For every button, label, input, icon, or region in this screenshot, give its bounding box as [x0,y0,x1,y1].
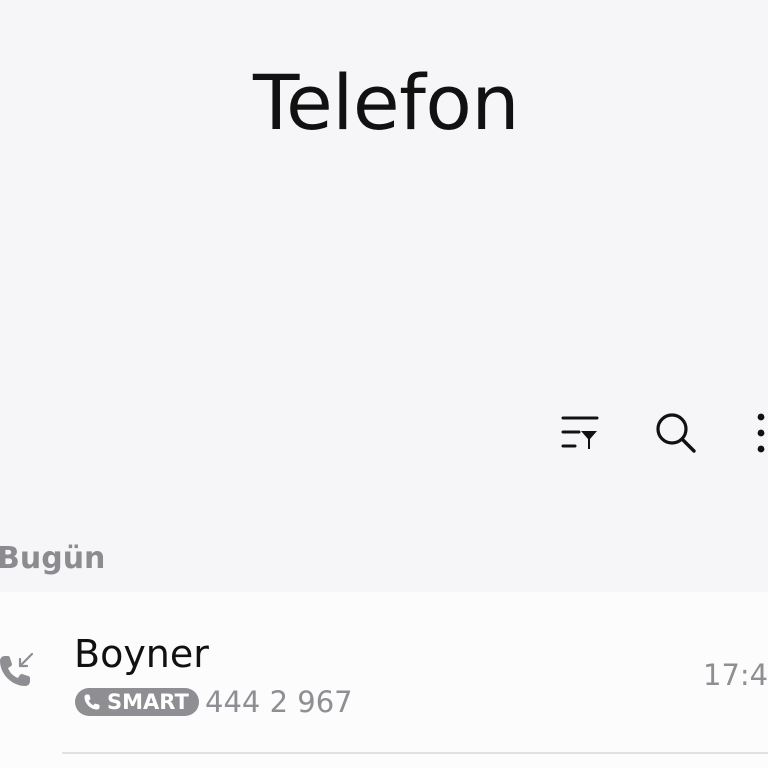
badge-label: SMART [107,690,189,714]
filter-button[interactable] [557,410,603,456]
call-time: 17:42 [703,658,768,692]
incoming-call-icon [0,652,34,686]
call-log-item[interactable] [0,592,768,768]
filter-icon [561,416,599,449]
page-title: Telefon [252,58,520,147]
section-header-today: Bugün [0,541,106,576]
more-options-button[interactable] [738,410,768,456]
smart-call-badge: SMART [75,688,199,716]
row-divider [62,752,768,754]
search-button[interactable] [653,410,699,456]
more-options-icon [757,413,765,453]
contact-name: Boyner [74,632,209,676]
phone-number: 444 2 967 [205,685,353,719]
phone-icon [84,694,100,710]
phone-app-screen: Telefon Bugün Boyner SMART 444 2 967 17:… [0,0,768,768]
search-icon [656,413,696,453]
